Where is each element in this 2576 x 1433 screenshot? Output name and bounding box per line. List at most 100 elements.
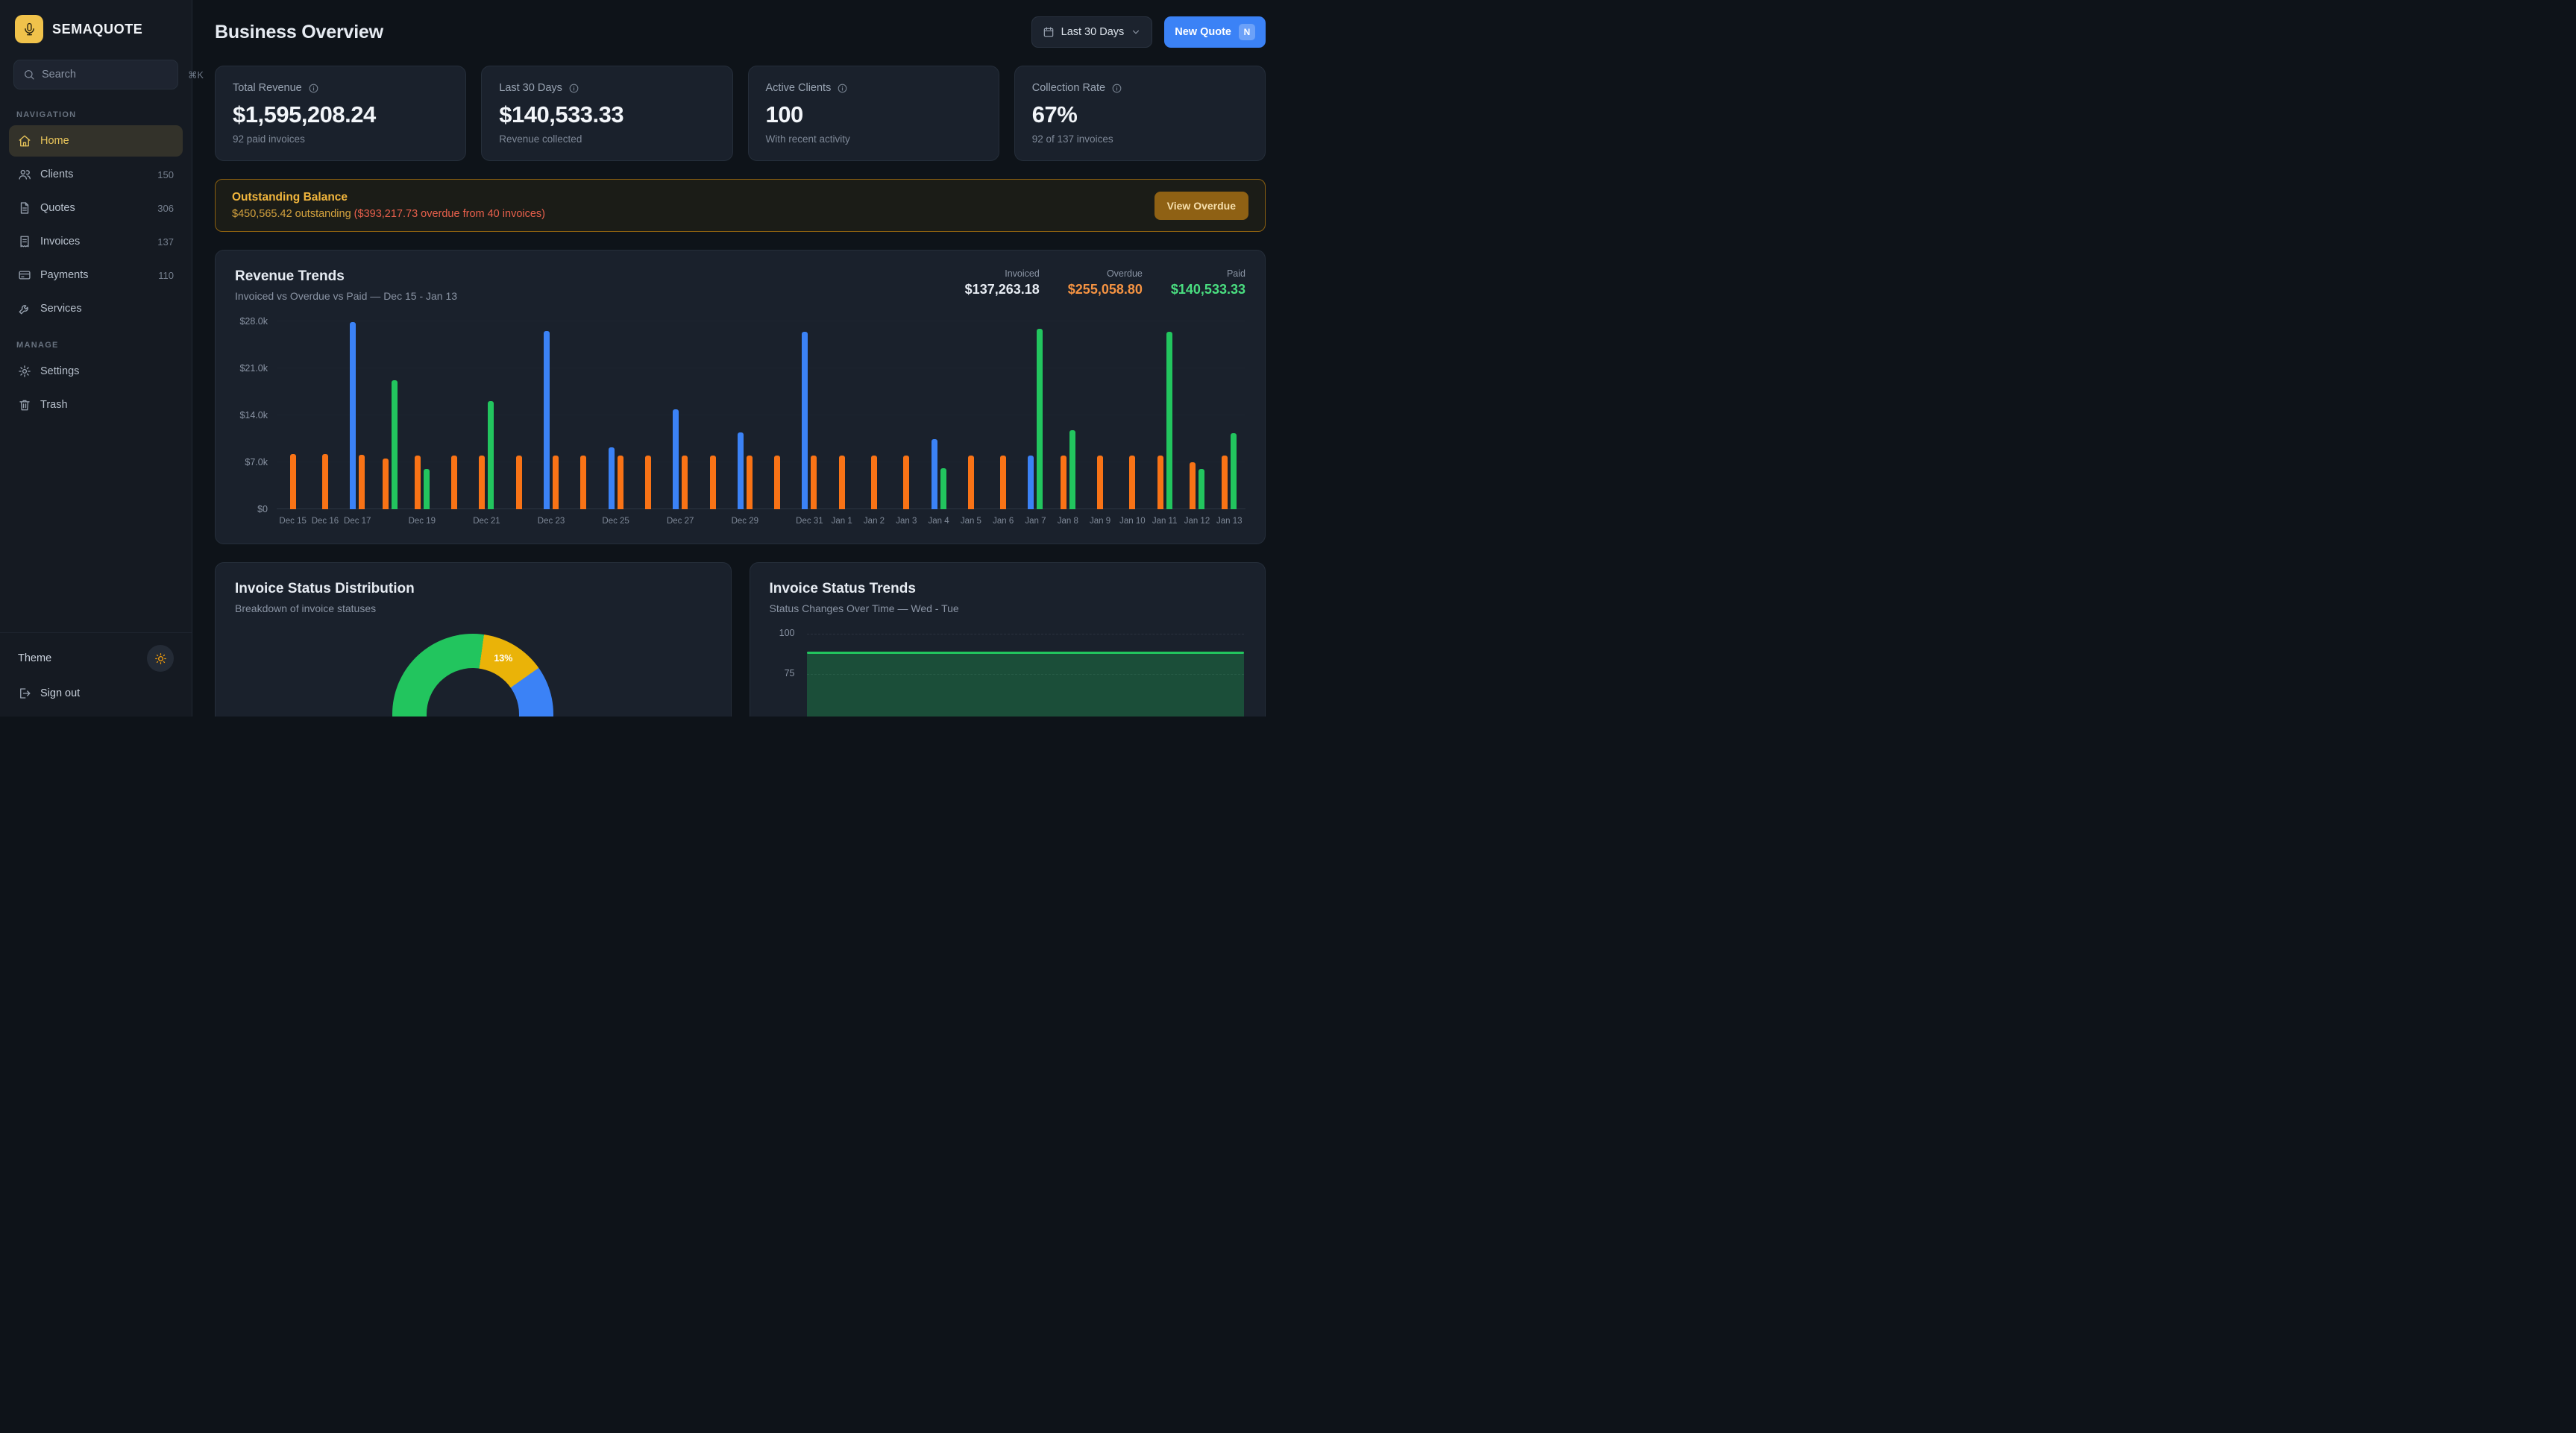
x-axis-tick: Dec 16 bbox=[309, 517, 341, 526]
theme-toggle-button[interactable] bbox=[147, 645, 174, 672]
chart-day-group bbox=[890, 321, 923, 509]
bar-invoiced[interactable] bbox=[673, 409, 679, 509]
bar-overdue[interactable] bbox=[516, 456, 522, 509]
sidebar-item-clients[interactable]: Clients150 bbox=[9, 159, 183, 190]
sidebar-item-invoices[interactable]: Invoices137 bbox=[9, 226, 183, 257]
chart-day-group bbox=[632, 321, 664, 509]
sidebar-item-trash[interactable]: Trash bbox=[9, 389, 183, 421]
sun-icon bbox=[154, 652, 167, 665]
bar-paid[interactable] bbox=[1037, 329, 1043, 509]
calendar-icon bbox=[1043, 26, 1055, 38]
alert-text: $450,565.42 outstanding ($393,217.73 ove… bbox=[232, 208, 545, 220]
stat-label-row: Last 30 Days bbox=[499, 82, 714, 94]
sign-out-button[interactable]: Sign out bbox=[18, 687, 174, 700]
donut-slice-label: 13% bbox=[494, 653, 512, 664]
bar-paid[interactable] bbox=[1069, 430, 1075, 509]
bar-overdue[interactable] bbox=[682, 456, 688, 509]
bar-overdue[interactable] bbox=[839, 456, 845, 509]
chart-day-group bbox=[955, 321, 987, 509]
chart-day-group bbox=[568, 321, 600, 509]
bar-invoiced[interactable] bbox=[738, 432, 744, 510]
bar-overdue[interactable] bbox=[1000, 456, 1006, 509]
y-axis-tick: 100 bbox=[779, 628, 795, 638]
stat-value: 100 bbox=[766, 101, 981, 128]
bar-overdue[interactable] bbox=[553, 456, 559, 509]
bar-invoiced[interactable] bbox=[350, 322, 356, 509]
bar-overdue[interactable] bbox=[1222, 456, 1228, 509]
bar-overdue[interactable] bbox=[645, 456, 651, 509]
bar-invoiced[interactable] bbox=[932, 439, 937, 510]
sidebar-item-quotes[interactable]: Quotes306 bbox=[9, 192, 183, 224]
summary-label: Overdue bbox=[1068, 268, 1143, 279]
bar-overdue[interactable] bbox=[710, 456, 716, 509]
bar-invoiced[interactable] bbox=[1028, 456, 1034, 509]
x-axis-tick: Jan 3 bbox=[890, 517, 923, 526]
bar-paid[interactable] bbox=[1166, 332, 1172, 510]
sidebar-item-payments[interactable]: Payments110 bbox=[9, 259, 183, 291]
bar-overdue[interactable] bbox=[1097, 456, 1103, 509]
sidebar-item-settings[interactable]: Settings bbox=[9, 356, 183, 387]
bar-invoiced[interactable] bbox=[544, 331, 550, 509]
info-icon[interactable] bbox=[568, 83, 579, 94]
revenue-trends-chart[interactable]: $0$7.0k$14.0k$21.0k$28.0k bbox=[235, 321, 1245, 509]
invoices-icon bbox=[18, 235, 31, 248]
sidebar-footer: Theme Sign out bbox=[0, 632, 192, 716]
info-icon[interactable] bbox=[308, 83, 319, 94]
bar-overdue[interactable] bbox=[451, 456, 457, 509]
bar-paid[interactable] bbox=[1199, 469, 1204, 509]
bar-overdue[interactable] bbox=[383, 459, 389, 509]
bar-overdue[interactable] bbox=[871, 456, 877, 509]
stat-subtext: 92 paid invoices bbox=[233, 133, 448, 145]
bar-overdue[interactable] bbox=[811, 456, 817, 509]
summary-value: $255,058.80 bbox=[1068, 282, 1143, 297]
bar-overdue[interactable] bbox=[290, 454, 296, 509]
search-box[interactable]: ⌘K bbox=[13, 60, 178, 89]
x-axis-tick bbox=[632, 517, 664, 526]
sidebar-item-home[interactable]: Home bbox=[9, 125, 183, 157]
bar-paid[interactable] bbox=[424, 469, 430, 509]
bar-overdue[interactable] bbox=[1129, 456, 1135, 509]
new-quote-button[interactable]: New Quote N bbox=[1164, 16, 1266, 48]
app-logo[interactable]: SEMAQUOTE bbox=[0, 0, 192, 57]
x-axis-tick: Jan 8 bbox=[1052, 517, 1084, 526]
x-axis-tick: Dec 15 bbox=[277, 517, 309, 526]
bar-invoiced[interactable] bbox=[802, 332, 808, 509]
info-icon[interactable] bbox=[1111, 83, 1122, 94]
bar-overdue[interactable] bbox=[774, 456, 780, 509]
area-chart[interactable]: 10075 bbox=[770, 628, 1246, 716]
chart-day-group bbox=[729, 321, 761, 509]
bar-overdue[interactable] bbox=[322, 454, 328, 509]
stat-label-row: Collection Rate bbox=[1032, 82, 1248, 94]
alert-overdue-amount: ($393,217.73 overdue from 40 invoices) bbox=[354, 208, 545, 220]
bar-overdue[interactable] bbox=[1190, 462, 1196, 509]
chart-day-group bbox=[794, 321, 826, 509]
bar-paid[interactable] bbox=[392, 380, 398, 509]
bar-paid[interactable] bbox=[488, 401, 494, 509]
bar-overdue[interactable] bbox=[415, 456, 421, 509]
bar-overdue[interactable] bbox=[747, 456, 753, 509]
view-overdue-button[interactable]: View Overdue bbox=[1155, 192, 1248, 220]
bar-paid[interactable] bbox=[940, 468, 946, 509]
chart-day-group bbox=[342, 321, 374, 509]
bar-paid[interactable] bbox=[1231, 433, 1237, 509]
bar-overdue[interactable] bbox=[1061, 456, 1066, 509]
bar-overdue[interactable] bbox=[1157, 456, 1163, 509]
info-icon[interactable] bbox=[837, 83, 848, 94]
bar-overdue[interactable] bbox=[968, 456, 974, 509]
bar-overdue[interactable] bbox=[903, 456, 909, 509]
x-axis-tick: Jan 7 bbox=[1020, 517, 1052, 526]
chart-day-group bbox=[438, 321, 470, 509]
bar-overdue[interactable] bbox=[580, 456, 586, 509]
bar-overdue[interactable] bbox=[359, 455, 365, 509]
chart-day-group bbox=[1213, 321, 1245, 509]
sign-out-label: Sign out bbox=[40, 687, 80, 699]
donut-chart[interactable]: 13% bbox=[392, 634, 553, 716]
date-range-button[interactable]: Last 30 Days bbox=[1031, 16, 1153, 48]
sidebar-item-services[interactable]: Services bbox=[9, 293, 183, 324]
bar-invoiced[interactable] bbox=[609, 447, 615, 509]
trends-subtitle: Status Changes Over Time — Wed - Tue bbox=[770, 602, 1246, 614]
bar-overdue[interactable] bbox=[618, 456, 623, 509]
search-input[interactable] bbox=[42, 69, 181, 81]
sidebar-item-label: Clients bbox=[40, 169, 148, 180]
bar-overdue[interactable] bbox=[479, 456, 485, 509]
